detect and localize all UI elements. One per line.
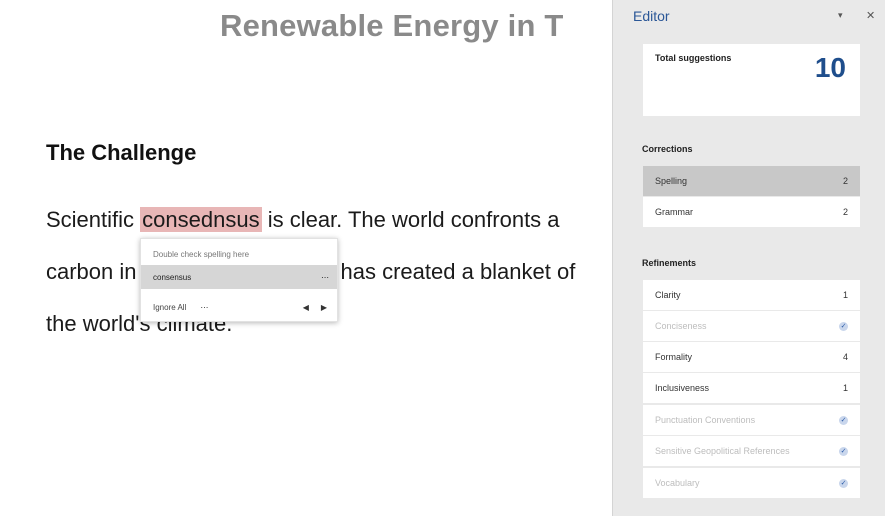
more-icon[interactable]: ⋯	[200, 303, 208, 312]
total-suggestions-count: 10	[814, 52, 846, 83]
popup-footer: Ignore All ⋯ ◀ ▶	[141, 299, 337, 315]
total-suggestions-label: Total suggestions	[655, 53, 732, 63]
row-label: Inclusiveness	[655, 383, 710, 393]
row-count: 2	[842, 176, 848, 186]
more-options-icon[interactable]: ⋯	[321, 273, 329, 282]
pane-options-icon[interactable]: ▾	[838, 10, 843, 21]
row-label: Sensitive Geopolitical References	[655, 446, 790, 456]
row-label: Vocabulary	[655, 478, 700, 488]
refinement-sensitive-geopolitical-references[interactable]: Sensitive Geopolitical References ✓	[643, 436, 860, 466]
text-run: has created a blanket of	[340, 259, 576, 284]
checkmark-icon: ✓	[839, 415, 848, 425]
refinement-punctuation-conventions[interactable]: Punctuation Conventions ✓	[643, 405, 860, 435]
corrections-grammar[interactable]: Grammar 2	[643, 197, 860, 227]
row-label: Clarity	[655, 290, 681, 300]
checkmark-icon: ✓	[839, 446, 848, 456]
suggestion-consensus[interactable]: consensus ⋯	[141, 265, 337, 289]
suggestion-label: consensus	[153, 272, 192, 282]
document-title: Renewable Energy in T	[220, 8, 564, 43]
row-label: Conciseness	[655, 321, 707, 331]
text-run: Scientific	[46, 207, 141, 232]
row-label: Formality	[655, 352, 693, 362]
row-label: Punctuation Conventions	[655, 415, 756, 425]
refinement-clarity[interactable]: Clarity 1	[643, 280, 860, 310]
total-suggestions-card: Total suggestions 10	[643, 44, 860, 116]
corrections-heading: Corrections	[642, 144, 693, 154]
pane-title: Editor	[633, 8, 670, 24]
refinement-inclusiveness[interactable]: Inclusiveness 1	[643, 373, 860, 403]
refinement-vocabulary[interactable]: Vocabulary ✓	[643, 468, 860, 498]
row-count: 4	[842, 352, 848, 362]
paragraph-line-1: Scientific consednsus is clear. The worl…	[46, 207, 560, 233]
text-run: is clear. The world confronts a	[261, 207, 560, 232]
ignore-all-button[interactable]: Ignore All	[153, 303, 186, 312]
section-heading: The Challenge	[46, 140, 197, 165]
refinement-conciseness[interactable]: Conciseness ✓	[643, 311, 860, 341]
previous-suggestion-icon[interactable]: ◀	[303, 303, 309, 312]
checkmark-icon: ✓	[839, 321, 848, 331]
row-count: 1	[842, 383, 848, 393]
refinements-heading: Refinements	[642, 258, 697, 268]
row-label: Grammar	[655, 207, 693, 217]
editor-pane: Editor ▾ ✕ Total suggestions 10 Correcti…	[612, 0, 885, 516]
suggestion-navigation: ◀ ▶	[303, 303, 327, 312]
next-suggestion-icon[interactable]: ▶	[321, 303, 327, 312]
checkmark-icon: ✓	[839, 478, 848, 488]
document-canvas[interactable]: Renewable Energy in T The Challenge Scie…	[0, 0, 612, 516]
popup-header: Double check spelling here	[153, 250, 250, 259]
row-count: 1	[842, 290, 848, 300]
row-count: 2	[842, 207, 848, 217]
misspelled-word[interactable]: consednsus	[140, 207, 262, 232]
corrections-spelling[interactable]: Spelling 2	[643, 166, 860, 196]
spelling-suggestion-popup: Double check spelling here consensus ⋯ I…	[140, 238, 338, 322]
close-icon[interactable]: ✕	[866, 9, 875, 22]
row-label: Spelling	[655, 176, 688, 186]
text-run: carbon in	[46, 259, 137, 284]
refinement-formality[interactable]: Formality 4	[643, 342, 860, 372]
